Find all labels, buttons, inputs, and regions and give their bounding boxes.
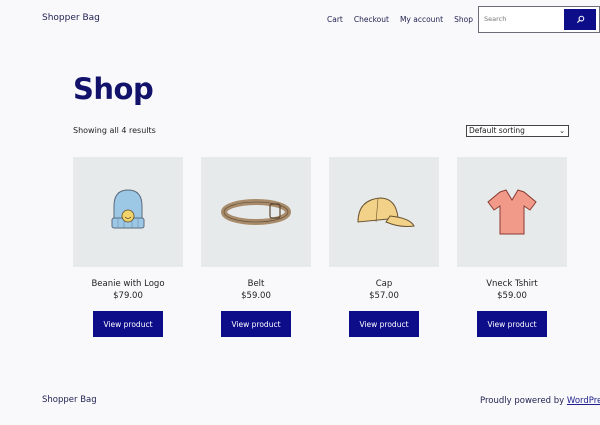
view-product-button[interactable]: View product	[349, 311, 419, 337]
sort-selected-label: Default sorting	[469, 126, 525, 135]
product-image-belt[interactable]	[201, 157, 311, 267]
view-product-button[interactable]: View product	[93, 311, 163, 337]
view-product-button[interactable]: View product	[221, 311, 291, 337]
view-product-button[interactable]: View product	[477, 311, 547, 337]
sort-select[interactable]: Default sorting ⌄	[466, 125, 569, 137]
powered-by-text: Proudly powered by	[480, 396, 567, 406]
product-price: $59.00	[497, 291, 527, 301]
product-name[interactable]: Cap	[329, 279, 439, 289]
nav-shop[interactable]: Shop	[454, 15, 473, 24]
beanie-icon	[111, 189, 145, 229]
product-price: $59.00	[241, 291, 271, 301]
product-name[interactable]: Beanie with Logo	[73, 279, 183, 289]
product-card: Cap $57.00 View product	[329, 157, 439, 337]
nav-my-account[interactable]: My account	[400, 15, 443, 24]
search-input[interactable]	[484, 15, 564, 23]
chevron-down-icon: ⌄	[559, 127, 565, 135]
page-title: Shop	[73, 72, 154, 106]
footer-powered-by: Proudly powered by WordPress	[480, 396, 600, 406]
search-icon	[576, 15, 584, 24]
product-name[interactable]: Vneck Tshirt	[457, 279, 567, 289]
product-image-cap[interactable]	[329, 157, 439, 267]
product-price: $57.00	[369, 291, 399, 301]
site-title[interactable]: Shopper Bag	[42, 13, 100, 23]
product-card: Beanie with Logo $79.00 View product	[73, 157, 183, 337]
product-image-vneck-tshirt[interactable]	[457, 157, 567, 267]
search-box	[478, 6, 600, 33]
footer-site-title[interactable]: Shopper Bag	[42, 395, 97, 405]
wordpress-link[interactable]: WordPress	[567, 396, 600, 406]
product-card: Belt $59.00 View product	[201, 157, 311, 337]
result-count: Showing all 4 results	[73, 126, 156, 135]
primary-nav: Cart Checkout My account Shop	[327, 15, 484, 24]
product-card: Vneck Tshirt $59.00 View product	[457, 157, 567, 337]
nav-cart[interactable]: Cart	[327, 15, 343, 24]
product-image-beanie[interactable]	[73, 157, 183, 267]
product-name[interactable]: Belt	[201, 279, 311, 289]
cap-icon	[357, 197, 415, 227]
nav-checkout[interactable]: Checkout	[354, 15, 389, 24]
search-button[interactable]	[564, 9, 596, 30]
belt-icon	[221, 199, 291, 225]
tshirt-icon	[487, 189, 537, 235]
product-price: $79.00	[113, 291, 143, 301]
